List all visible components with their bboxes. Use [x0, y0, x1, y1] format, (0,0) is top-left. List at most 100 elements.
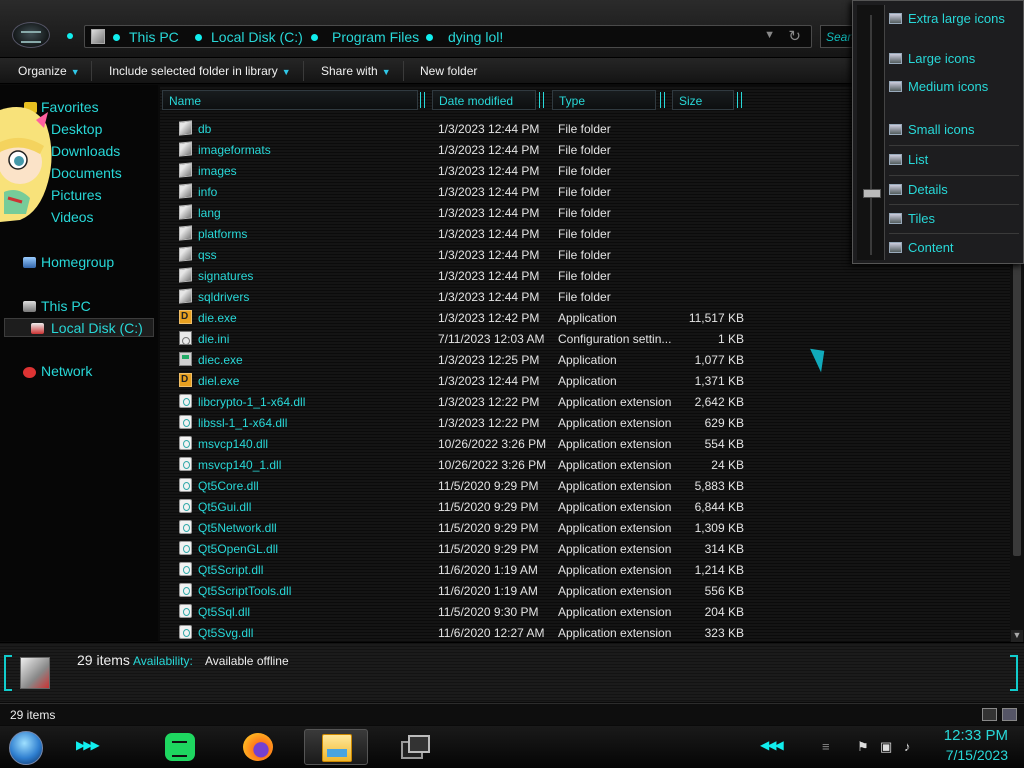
file-size: 1,309 KB: [694, 521, 744, 535]
nav-item-homegroup[interactable]: Homegroup: [41, 254, 114, 270]
details-view-toggle-icon[interactable]: [982, 708, 997, 721]
nav-item-network[interactable]: Network: [41, 363, 92, 379]
file-type: Application extension: [558, 458, 672, 472]
file-row[interactable]: libssl-1_1-x64.dll 1/3/2023 12:22 PM Appli…: [160, 412, 760, 433]
menu-item-extra-large-icons[interactable]: Extra large icons: [889, 11, 1019, 26]
menu-item-small-icons[interactable]: Small icons: [889, 122, 1019, 137]
file-type: File folder: [558, 164, 611, 178]
network-tray-icon[interactable]: ▣: [880, 739, 892, 755]
taskbar-spotify[interactable]: [148, 729, 212, 765]
crumb-separator[interactable]: [426, 34, 433, 41]
back-forward-button[interactable]: [12, 22, 50, 48]
column-header-name[interactable]: Name: [162, 90, 418, 110]
chevron-down-icon: ▼: [381, 67, 391, 77]
file-row[interactable]: libcrypto-1_1-x64.dll 1/3/2023 12:22 PM Ap…: [160, 391, 760, 412]
file-row[interactable]: Qt5Core.dll 11/5/2020 9:29 PM Application …: [160, 475, 760, 496]
column-header-date[interactable]: Date modified: [432, 90, 536, 110]
nav-item-pictures[interactable]: Pictures: [51, 187, 102, 203]
nav-item-local-disk[interactable]: Local Disk (C:): [51, 320, 143, 336]
icon-size-slider-track[interactable]: [857, 5, 885, 260]
menu-item-details[interactable]: Details: [889, 182, 1019, 197]
menu-label: List: [908, 152, 929, 167]
file-row[interactable]: die.ini 7/11/2023 12:03 AM Configuration s…: [160, 328, 760, 349]
show-hidden-icons[interactable]: ≡: [822, 739, 830, 754]
address-dropdown-icon[interactable]: ▼: [764, 29, 775, 41]
nav-item-this-pc[interactable]: This PC: [41, 298, 91, 314]
file-row[interactable]: Qt5Network.dll 11/5/2020 9:29 PM Applicati…: [160, 517, 760, 538]
menu-item-list[interactable]: List: [889, 152, 1019, 167]
file-type: Application extension: [558, 584, 672, 598]
file-row[interactable]: msvcp140.dll 10/26/2022 3:26 PM Applicatio…: [160, 433, 760, 454]
availability-value: Available offline: [205, 654, 289, 668]
file-row[interactable]: info 1/3/2023 12:44 PM File folder: [160, 181, 760, 202]
new-folder-button[interactable]: New folder: [420, 64, 477, 78]
file-row[interactable]: lang 1/3/2023 12:44 PM File folder: [160, 202, 760, 223]
action-center-flag-icon[interactable]: ⚑: [857, 739, 869, 755]
file-name: Qt5Gui.dll: [198, 500, 252, 514]
menu-item-content[interactable]: Content: [889, 240, 1019, 255]
decorative-chevrons: ▶▶▶: [76, 738, 100, 752]
start-button[interactable]: [9, 731, 43, 765]
file-row[interactable]: Qt5Script.dll 11/6/2020 1:19 AM Applicatio…: [160, 559, 760, 580]
menu-item-large-icons[interactable]: Large icons: [889, 51, 1019, 66]
large-icons-toggle-icon[interactable]: [1002, 708, 1017, 721]
file-row[interactable]: images 1/3/2023 12:44 PM File folder: [160, 160, 760, 181]
file-row[interactable]: imageformats 1/3/2023 12:44 PM File folder: [160, 139, 760, 160]
scroll-down-icon[interactable]: ▼: [1011, 630, 1023, 642]
crumb-program-files[interactable]: Program Files: [332, 29, 419, 45]
volume-icon[interactable]: ♪: [904, 739, 911, 754]
column-header-size[interactable]: Size: [672, 90, 734, 110]
crumb-separator[interactable]: [113, 34, 120, 41]
die-app-icon: [179, 373, 192, 387]
crumb-this-pc[interactable]: This PC: [129, 29, 179, 45]
nav-item-documents[interactable]: Documents: [51, 165, 122, 181]
file-row[interactable]: diec.exe 1/3/2023 12:25 PM Application 1,07…: [160, 349, 760, 370]
file-type: Application extension: [558, 395, 672, 409]
taskbar-task-view[interactable]: [382, 729, 446, 765]
file-row[interactable]: sqldrivers 1/3/2023 12:44 PM File folder: [160, 286, 760, 307]
menu-item-tiles[interactable]: Tiles: [889, 211, 1019, 226]
clock-date[interactable]: 7/15/2023: [930, 747, 1008, 763]
share-with-button[interactable]: Share with ▼: [321, 64, 391, 78]
column-resize-handle[interactable]: [420, 92, 425, 108]
file-row[interactable]: Qt5Svg.dll 11/6/2020 12:27 AM Application …: [160, 622, 760, 641]
crumb-separator[interactable]: [311, 34, 318, 41]
crumb-separator[interactable]: [195, 34, 202, 41]
column-resize-handle[interactable]: [539, 92, 544, 108]
recent-locations-dot[interactable]: [67, 33, 73, 39]
nav-item-desktop[interactable]: Desktop: [51, 121, 102, 137]
nav-item-downloads[interactable]: Downloads: [51, 143, 120, 159]
file-date-modified: 11/5/2020 9:30 PM: [438, 605, 539, 619]
file-row[interactable]: die.exe 1/3/2023 12:42 PM Application 11,51…: [160, 307, 760, 328]
file-type: File folder: [558, 269, 611, 283]
column-resize-handle[interactable]: [660, 92, 665, 108]
file-row[interactable]: Qt5OpenGL.dll 11/5/2020 9:29 PM Applicatio…: [160, 538, 760, 559]
slider-line: [870, 15, 872, 255]
die-app-icon: [179, 310, 192, 324]
taskbar-file-explorer[interactable]: [304, 729, 368, 765]
menu-item-medium-icons[interactable]: Medium icons: [889, 79, 1019, 94]
file-row[interactable]: Qt5ScriptTools.dll 11/6/2020 1:19 AM Appli…: [160, 580, 760, 601]
crumb-local-disk[interactable]: Local Disk (C:): [211, 29, 303, 45]
file-row[interactable]: msvcp140_1.dll 10/26/2022 3:26 PM Applicat…: [160, 454, 760, 475]
file-row[interactable]: Qt5Sql.dll 11/5/2020 9:30 PM Application e…: [160, 601, 760, 622]
column-header-type[interactable]: Type: [552, 90, 656, 110]
icon-size-slider-handle[interactable]: [863, 189, 881, 198]
extra-large-icons-icon: [889, 13, 902, 24]
file-row[interactable]: db 1/3/2023 12:44 PM File folder: [160, 118, 760, 139]
status-bar: 29 items: [0, 703, 1024, 725]
organize-button[interactable]: Organize ▼: [18, 64, 80, 78]
file-row[interactable]: signatures 1/3/2023 12:44 PM File folder: [160, 265, 760, 286]
file-row[interactable]: diel.exe 1/3/2023 12:44 PM Application 1,37…: [160, 370, 760, 391]
file-row[interactable]: platforms 1/3/2023 12:44 PM File folder: [160, 223, 760, 244]
crumb-current-folder[interactable]: dying lol!: [448, 29, 503, 45]
column-resize-handle[interactable]: [737, 92, 742, 108]
file-row[interactable]: Qt5Gui.dll 11/5/2020 9:29 PM Application e…: [160, 496, 760, 517]
refresh-icon[interactable]: ↻: [788, 27, 801, 45]
taskbar-firefox[interactable]: [226, 729, 290, 765]
taskbar: ▶▶▶ ◀◀◀ ≡ ⚑ ▣ ♪ 12:33 PM 7/15/2023: [0, 726, 1024, 768]
file-row[interactable]: qss 1/3/2023 12:44 PM File folder: [160, 244, 760, 265]
include-in-library-button[interactable]: Include selected folder in library ▼: [109, 64, 291, 78]
address-bar[interactable]: This PC Local Disk (C:) Program Files dy…: [84, 25, 812, 48]
clock-time[interactable]: 12:33 PM: [938, 727, 1008, 744]
